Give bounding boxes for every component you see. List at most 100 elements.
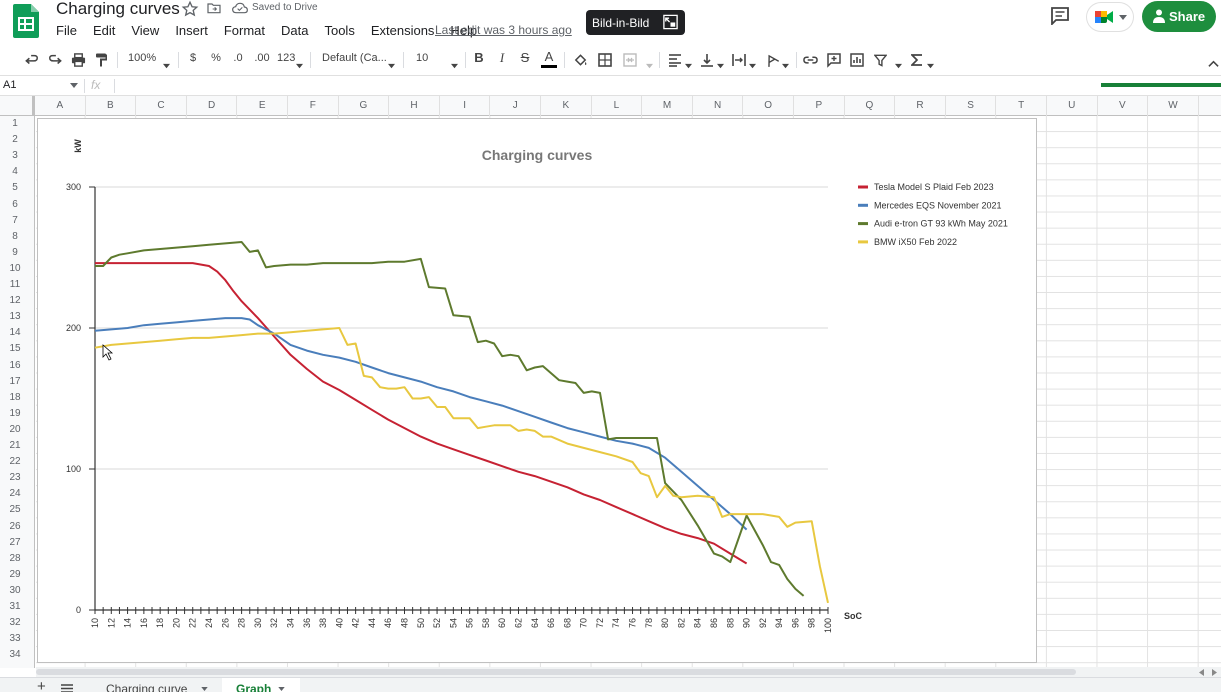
undo-icon[interactable] — [25, 52, 39, 68]
column-header[interactable]: I — [440, 96, 491, 116]
row-header[interactable]: 15 — [0, 341, 30, 357]
horizontal-align-icon[interactable] — [668, 52, 682, 68]
more-formats-button[interactable]: 123 — [277, 52, 295, 68]
row-header[interactable]: 27 — [0, 535, 30, 551]
column-header[interactable]: D — [187, 96, 238, 116]
insert-chart-icon[interactable] — [850, 52, 864, 68]
menu-format[interactable]: Format — [224, 23, 265, 39]
column-header[interactable]: E — [237, 96, 288, 116]
row-header[interactable]: 26 — [0, 519, 30, 535]
column-header[interactable]: J — [490, 96, 541, 116]
functions-icon[interactable] — [911, 52, 923, 68]
scroll-left-icon[interactable] — [1199, 669, 1205, 676]
decrease-decimal-button[interactable]: .0 — [231, 52, 245, 68]
column-header[interactable]: K — [541, 96, 592, 116]
row-header[interactable]: 20 — [0, 422, 30, 438]
menu-extensions[interactable]: Extensions — [371, 23, 435, 39]
row-header[interactable]: 9 — [0, 245, 30, 261]
column-header[interactable]: L — [592, 96, 643, 116]
redo-icon[interactable] — [48, 52, 62, 68]
sheets-logo-icon[interactable] — [13, 4, 39, 38]
column-header[interactable]: F — [288, 96, 339, 116]
menu-insert[interactable]: Insert — [175, 23, 208, 39]
column-header[interactable]: V — [1098, 96, 1149, 116]
borders-icon[interactable] — [598, 52, 612, 68]
bold-button[interactable]: B — [474, 50, 484, 66]
row-header[interactable]: 7 — [0, 213, 30, 229]
column-header[interactable]: Q — [845, 96, 896, 116]
font-size-select[interactable]: 10 — [416, 52, 430, 68]
italic-button[interactable]: I — [497, 50, 507, 66]
strikethrough-button[interactable]: S — [519, 50, 531, 66]
row-header[interactable]: 32 — [0, 615, 30, 631]
percent-format-button[interactable]: % — [210, 52, 222, 68]
column-header[interactable]: O — [743, 96, 794, 116]
increase-decimal-button[interactable]: .00 — [254, 52, 270, 68]
column-header[interactable]: N — [693, 96, 744, 116]
row-header[interactable]: 30 — [0, 583, 30, 599]
embedded-chart[interactable]: Charging curves 0 100 200 300 10 12 14 16 18 20 22 2… — [37, 118, 1037, 663]
cloud-saved-icon[interactable] — [232, 1, 248, 15]
scrollbar-thumb[interactable] — [36, 669, 1076, 675]
column-header[interactable]: U — [1047, 96, 1098, 116]
row-header[interactable]: 14 — [0, 325, 30, 341]
column-header[interactable]: T — [996, 96, 1047, 116]
print-icon[interactable] — [71, 52, 86, 68]
share-button[interactable]: Share — [1142, 1, 1216, 32]
comment-history-icon[interactable] — [1050, 7, 1070, 25]
meet-button[interactable] — [1087, 3, 1133, 31]
row-header[interactable]: 19 — [0, 406, 30, 422]
column-header[interactable]: S — [946, 96, 997, 116]
row-header[interactable]: 29 — [0, 567, 30, 583]
picture-in-picture-badge[interactable]: Bild-in-Bild — [586, 10, 685, 35]
menu-tools[interactable]: Tools — [324, 23, 354, 39]
name-box[interactable]: A1 — [3, 79, 16, 91]
insert-link-icon[interactable] — [803, 52, 818, 68]
menu-file[interactable]: File — [56, 23, 77, 39]
row-header[interactable]: 33 — [0, 631, 30, 647]
row-header[interactable]: 3 — [0, 148, 30, 164]
fill-color-icon[interactable] — [573, 52, 588, 68]
column-header[interactable]: H — [389, 96, 440, 116]
merge-cells-icon[interactable] — [623, 52, 637, 68]
select-all-corner[interactable] — [0, 96, 35, 116]
column-header[interactable]: B — [86, 96, 137, 116]
row-header[interactable]: 10 — [0, 261, 30, 277]
text-rotation-icon[interactable] — [764, 52, 779, 68]
tab-charging-curve[interactable]: Charging curve — [106, 682, 187, 692]
font-select[interactable]: Default (Ca... — [322, 52, 387, 68]
row-header[interactable]: 24 — [0, 486, 30, 502]
add-sheet-button[interactable]: + — [37, 678, 46, 692]
row-header[interactable]: 18 — [0, 390, 30, 406]
column-header[interactable]: W — [1148, 96, 1199, 116]
column-header[interactable]: M — [642, 96, 693, 116]
column-header[interactable]: G — [339, 96, 390, 116]
column-header[interactable]: P — [794, 96, 845, 116]
text-color-button[interactable]: A — [541, 49, 557, 68]
tab-graph[interactable]: Graph — [222, 678, 300, 692]
row-header[interactable]: 2 — [0, 132, 30, 148]
insert-comment-icon[interactable] — [827, 52, 841, 68]
menu-data[interactable]: Data — [281, 23, 308, 39]
row-header[interactable]: 5 — [0, 180, 30, 196]
scroll-right-icon[interactable] — [1212, 669, 1218, 676]
currency-format-button[interactable]: $ — [188, 52, 198, 68]
row-header[interactable]: 22 — [0, 454, 30, 470]
menu-view[interactable]: View — [131, 23, 159, 39]
row-header[interactable]: 28 — [0, 551, 30, 567]
column-header[interactable]: R — [895, 96, 946, 116]
all-sheets-icon[interactable] — [61, 684, 73, 692]
chevron-down-icon[interactable] — [70, 83, 78, 88]
row-header[interactable]: 16 — [0, 358, 30, 374]
row-header[interactable]: 34 — [0, 647, 30, 663]
row-header[interactable]: 8 — [0, 229, 30, 245]
document-title[interactable]: Charging curves — [56, 0, 180, 19]
row-header[interactable]: 21 — [0, 438, 30, 454]
vertical-align-icon[interactable] — [700, 52, 714, 68]
zoom-select[interactable]: 100% — [128, 52, 156, 68]
filter-icon[interactable] — [874, 52, 887, 68]
paint-format-icon[interactable] — [95, 52, 107, 68]
row-header[interactable]: 12 — [0, 293, 30, 309]
menu-edit[interactable]: Edit — [93, 23, 115, 39]
horizontal-scrollbar[interactable] — [36, 667, 1221, 677]
